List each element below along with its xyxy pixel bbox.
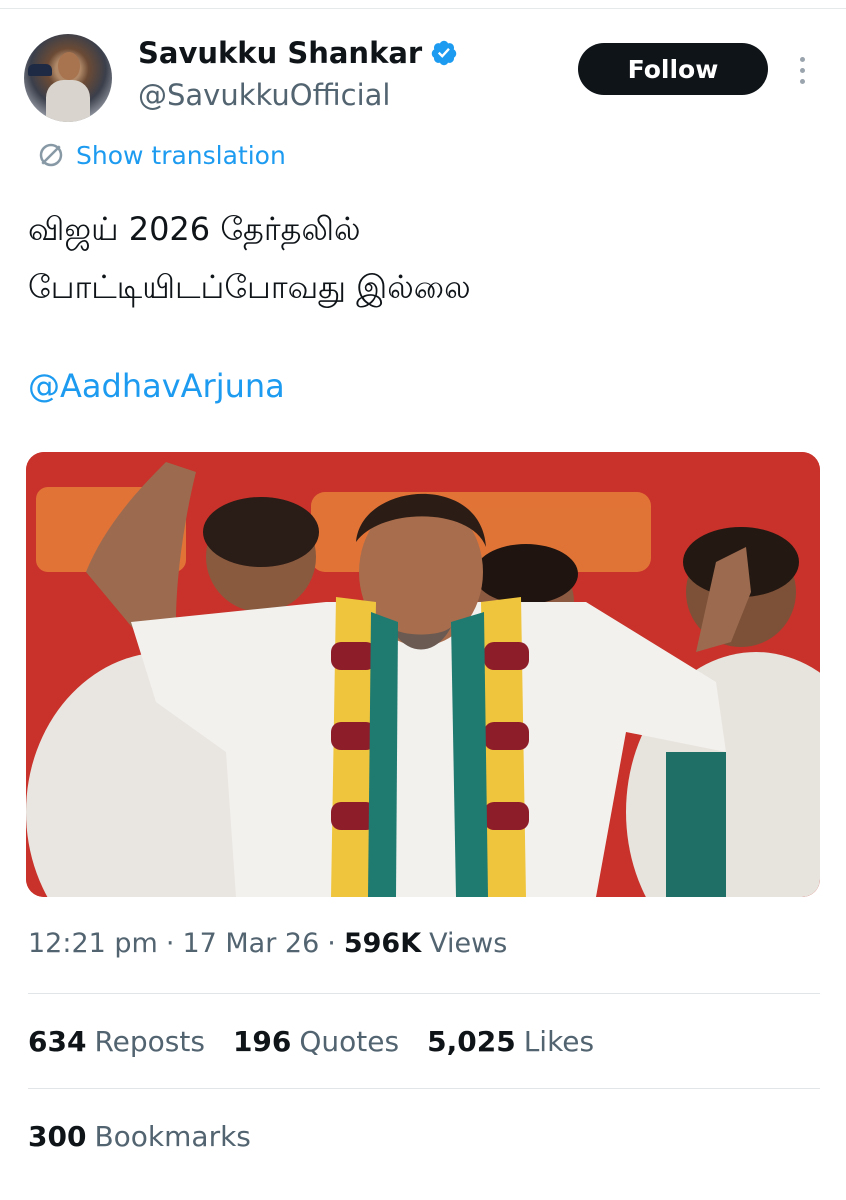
avatar-face-shape xyxy=(58,52,80,80)
avatar-body-shape xyxy=(46,80,90,122)
tweet-text-line-1: விஜய் 2026 தேர்தலில் xyxy=(28,210,361,248)
show-translation-link[interactable]: Show translation xyxy=(36,140,286,170)
meta-separator: · xyxy=(327,928,336,959)
author-name-row: Savukku Shankar xyxy=(138,36,458,70)
media-illustration xyxy=(26,452,820,897)
tweet-time[interactable]: 12:21 pm xyxy=(28,928,158,959)
author-name[interactable]: Savukku Shankar xyxy=(138,36,422,70)
avatar[interactable] xyxy=(24,34,112,122)
divider xyxy=(28,1088,820,1089)
tweet-text: விஜய் 2026 தேர்தலில் போட்டியிடப்போவது இல… xyxy=(28,200,471,316)
meta-separator: · xyxy=(165,928,175,959)
likes-label: Likes xyxy=(523,1025,595,1058)
engagement-stats: 634 Reposts 196 Quotes 5,025 Likes xyxy=(28,1025,622,1058)
tweet-text-line-2: போட்டியிடப்போவது இல்லை xyxy=(28,268,471,306)
more-vertical-icon[interactable] xyxy=(791,54,813,86)
likes-count: 5,025 xyxy=(427,1025,516,1058)
show-translation-label: Show translation xyxy=(76,140,286,170)
quotes-label: Quotes xyxy=(299,1025,400,1058)
reposts-count: 634 xyxy=(28,1025,87,1058)
quotes-stat[interactable]: 196 Quotes xyxy=(233,1025,399,1058)
verified-badge-icon xyxy=(431,40,457,66)
reposts-label: Reposts xyxy=(94,1025,205,1058)
mention-link[interactable]: @AadhavArjuna xyxy=(28,367,285,405)
avatar-cap-shape xyxy=(28,64,52,76)
views-label: Views xyxy=(429,928,508,959)
views-count: 596K xyxy=(343,928,422,959)
follow-button[interactable]: Follow xyxy=(578,43,768,95)
bookmarks-stat[interactable]: 300 Bookmarks xyxy=(28,1120,251,1153)
reposts-stat[interactable]: 634 Reposts xyxy=(28,1025,205,1058)
top-divider xyxy=(0,8,846,9)
bookmarks-label: Bookmarks xyxy=(94,1120,251,1153)
tweet-meta: 12:21 pm · 17 Mar 26 · 596K Views xyxy=(28,928,507,959)
translate-icon xyxy=(39,143,63,167)
likes-stat[interactable]: 5,025 Likes xyxy=(427,1025,594,1058)
author-handle[interactable]: @SavukkuOfficial xyxy=(138,78,391,112)
tweet-media-photo[interactable] xyxy=(26,452,820,897)
bookmarks-count: 300 xyxy=(28,1120,87,1153)
tweet-date[interactable]: 17 Mar 26 xyxy=(182,928,319,959)
quotes-count: 196 xyxy=(232,1025,292,1058)
divider xyxy=(28,993,820,994)
